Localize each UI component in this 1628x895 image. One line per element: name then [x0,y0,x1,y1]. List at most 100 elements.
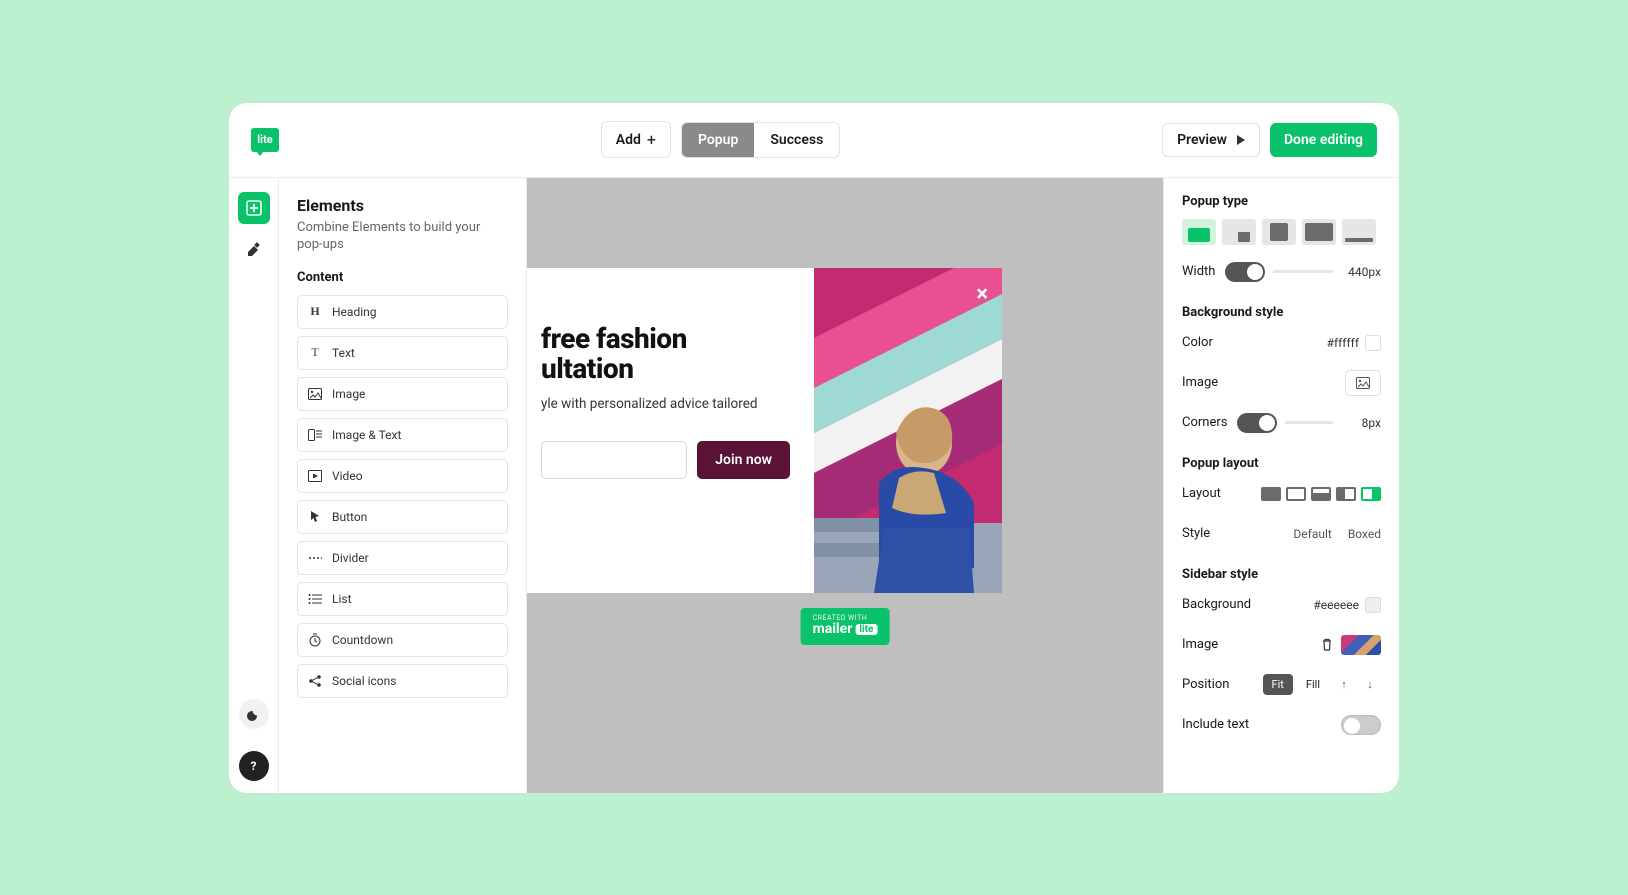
style-label: Style [1182,526,1210,541]
element-image-text[interactable]: Image & Text [297,418,508,452]
type-opt-4[interactable] [1302,219,1336,245]
sb-bg-label: Background [1182,597,1251,612]
layout-bottom[interactable] [1311,487,1331,501]
type-opt-1[interactable] [1182,219,1216,245]
sidebar-style-title: Sidebar style [1182,567,1381,582]
heading-icon: H [308,305,322,319]
layout-full[interactable] [1261,487,1281,501]
plus-square-icon [246,200,262,216]
layout-outline[interactable] [1286,487,1306,501]
close-icon[interactable]: × [976,282,988,307]
tab-popup[interactable]: Popup [682,123,754,157]
element-video[interactable]: Video [297,459,508,493]
position-label: Position [1182,677,1229,692]
corners-toggle[interactable] [1237,413,1277,433]
app-window: lite Add + Popup Success Preview Done ed… [229,103,1399,793]
layout-left[interactable] [1336,487,1356,501]
cursor-icon [308,510,322,524]
preview-label: Preview [1177,132,1227,148]
width-slider[interactable] [1273,270,1333,273]
plus-icon: + [647,130,656,149]
pos-down[interactable]: ↓ [1359,674,1381,696]
add-button[interactable]: Add + [601,121,671,158]
popup-image[interactable]: × [814,268,1002,593]
sb-image-thumb[interactable] [1341,635,1381,655]
image-icon [308,387,322,401]
preview-button[interactable]: Preview [1162,123,1260,157]
color-label: Color [1182,335,1213,350]
body: ? Elements Combine Elements to build you… [229,178,1399,793]
video-icon [308,469,322,483]
list-icon [308,592,322,606]
panel-title: Elements [297,196,508,215]
theme-toggle[interactable] [239,699,269,729]
corners-value: 8px [1341,416,1381,430]
trash-icon[interactable] [1321,638,1333,651]
panel-desc: Combine Elements to build your pop-ups [297,219,508,254]
text-icon: T [308,346,322,360]
done-editing-button[interactable]: Done editing [1270,123,1377,157]
corners-slider[interactable] [1285,421,1333,424]
type-opt-3[interactable] [1262,219,1296,245]
color-swatch[interactable] [1365,335,1381,351]
popup-heading[interactable]: free fashion ultation [541,324,790,386]
moon-icon [247,707,261,721]
style-default[interactable]: Default [1293,527,1331,541]
bg-image-button[interactable] [1345,370,1381,396]
sb-bg-swatch[interactable] [1365,597,1381,613]
width-value: 440px [1341,265,1381,279]
canvas[interactable]: free fashion ultation yle with personali… [527,178,1163,793]
image-text-icon [308,428,322,442]
styles-tab[interactable] [238,234,270,266]
element-button[interactable]: Button [297,500,508,534]
type-opt-5[interactable] [1342,219,1376,245]
share-icon [308,674,322,688]
image-icon [1356,377,1370,389]
width-label: Width [1182,264,1215,279]
popup-form: Join now [541,441,790,479]
width-toggle[interactable] [1225,262,1265,282]
color-value: #ffffff [1327,336,1359,350]
elements-panel: Elements Combine Elements to build your … [279,178,527,793]
popup-preview[interactable]: free fashion ultation yle with personali… [527,268,1002,593]
topbar-right: Preview Done editing [1162,123,1377,157]
element-list[interactable]: List [297,582,508,616]
element-divider[interactable]: Divider [297,541,508,575]
popup-type-options [1182,219,1381,245]
element-image[interactable]: Image [297,377,508,411]
style-boxed[interactable]: Boxed [1348,527,1381,541]
include-text-label: Include text [1182,717,1249,732]
pos-fit[interactable]: Fit [1263,674,1293,695]
section-label: Content [297,270,508,285]
sidebar-image [814,268,1002,593]
element-text[interactable]: T Text [297,336,508,370]
topbar-center: Add + Popup Success [291,121,1150,158]
layout-right[interactable] [1361,487,1381,501]
mailerlite-badge[interactable]: CREATED WITH mailer lite [801,608,890,645]
popup-subtext[interactable]: yle with personalized advice tailored [541,395,790,413]
sb-bg-value: #eeeeee [1313,598,1359,612]
popup-content: free fashion ultation yle with personali… [527,268,814,593]
elements-tab[interactable] [238,192,270,224]
tab-success[interactable]: Success [754,123,839,157]
join-button[interactable]: Join now [697,441,790,479]
bg-image-label: Image [1182,375,1218,390]
topbar: lite Add + Popup Success Preview Done ed… [229,103,1399,178]
tab-segment: Popup Success [681,122,840,158]
pos-fill[interactable]: Fill [1297,674,1329,695]
pos-up[interactable]: ↑ [1333,674,1355,696]
element-social[interactable]: Social icons [297,664,508,698]
paint-icon [245,241,263,259]
type-opt-2[interactable] [1222,219,1256,245]
element-heading[interactable]: H Heading [297,295,508,329]
logo: lite [251,128,279,152]
clock-icon [308,633,322,647]
element-countdown[interactable]: Countdown [297,623,508,657]
help-button[interactable]: ? [239,751,269,781]
sb-image-label: Image [1182,637,1218,652]
include-text-toggle[interactable] [1341,715,1381,735]
email-input[interactable] [541,441,687,479]
play-icon [1237,135,1245,145]
corners-label: Corners [1182,415,1227,430]
left-rail: ? [229,178,279,793]
